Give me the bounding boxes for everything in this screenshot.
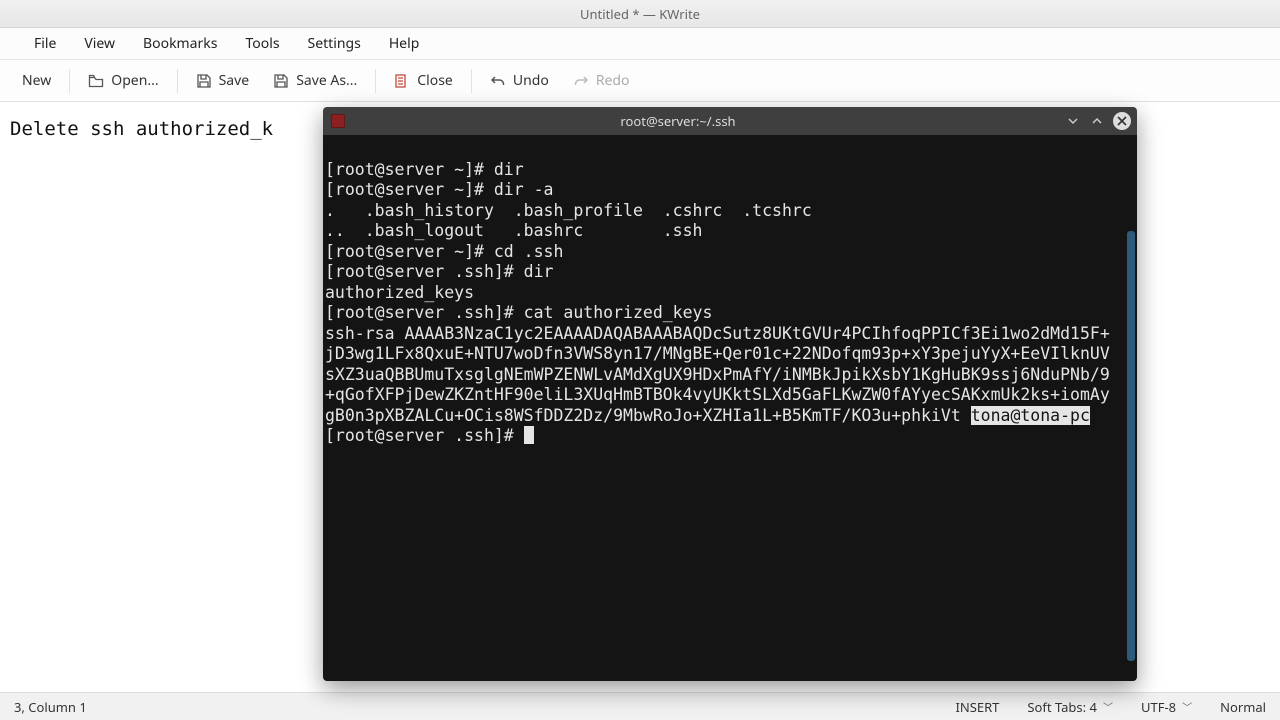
window-titlebar: Untitled * — KWrite <box>0 0 1280 28</box>
new-label: New <box>22 71 51 90</box>
term-prompt: [root@server .ssh]# <box>325 426 524 445</box>
save-as-icon <box>273 73 289 89</box>
status-mode[interactable]: INSERT <box>941 698 1013 716</box>
statusbar: 3, Column 1 INSERT Soft Tabs: 4 ﹀ UTF-8 … <box>0 692 1280 720</box>
save-button[interactable]: Save <box>184 65 262 96</box>
menu-settings[interactable]: Settings <box>308 34 361 53</box>
redo-label: Redo <box>596 71 630 90</box>
new-button[interactable]: New <box>10 65 63 96</box>
menu-help[interactable]: Help <box>389 34 420 53</box>
open-label: Open... <box>111 71 158 90</box>
term-line: authorized_keys <box>325 283 474 302</box>
term-line: [root@server ~]# dir -a <box>325 180 553 199</box>
menu-file[interactable]: File <box>34 34 56 53</box>
ssh-key-comment-highlight: tona@tona-pc <box>971 406 1090 425</box>
status-tabs[interactable]: Soft Tabs: 4 ﹀ <box>1013 698 1127 716</box>
term-key-line: ssh-rsa AAAAB3NzaC1yc2EAAAADAQABAAABAQDc… <box>325 324 1119 427</box>
status-tabs-label: Soft Tabs: 4 <box>1027 698 1097 716</box>
toolbar-separator <box>177 69 178 93</box>
status-encoding[interactable]: UTF-8 ﹀ <box>1127 698 1206 716</box>
terminal-window: root@server:~/.ssh [root@server ~]# dir … <box>323 107 1137 681</box>
document-close-icon <box>394 73 410 89</box>
menu-tools[interactable]: Tools <box>245 34 279 53</box>
close-button[interactable]: Close <box>382 65 465 96</box>
open-button[interactable]: Open... <box>76 65 170 96</box>
redo-icon <box>573 73 589 89</box>
menu-bookmarks[interactable]: Bookmarks <box>143 34 217 53</box>
chevron-down-icon: ﹀ <box>1103 699 1113 714</box>
status-cursor: 3, Column 1 <box>0 698 101 716</box>
terminal-title: root@server:~/.ssh <box>353 112 1063 130</box>
term-line: [root@server ~]# dir <box>325 160 524 179</box>
menu-view[interactable]: View <box>84 34 115 53</box>
save-as-label: Save As... <box>296 71 357 90</box>
minimize-button[interactable] <box>1063 111 1083 131</box>
undo-label: Undo <box>513 71 549 90</box>
toolbar-separator <box>471 69 472 93</box>
maximize-button[interactable] <box>1087 111 1107 131</box>
undo-icon <box>490 73 506 89</box>
window-title: Untitled * — KWrite <box>580 5 700 23</box>
term-line: . .bash_history .bash_profile .cshrc .tc… <box>325 201 812 220</box>
term-line: .. .bash_logout .bashrc .ssh <box>325 221 703 240</box>
redo-button[interactable]: Redo <box>561 65 642 96</box>
folder-open-icon <box>88 73 104 89</box>
chevron-down-icon: ﹀ <box>1182 699 1192 714</box>
term-line: [root@server ~]# cd .ssh <box>325 242 563 261</box>
terminal-app-icon <box>331 114 345 128</box>
terminal-body[interactable]: [root@server ~]# dir [root@server ~]# di… <box>323 135 1137 681</box>
term-line: [root@server .ssh]# cat authorized_keys <box>325 303 712 322</box>
menubar: File View Bookmarks Tools Settings Help <box>0 28 1280 60</box>
terminal-cursor <box>524 426 534 444</box>
status-state[interactable]: Normal <box>1206 698 1280 716</box>
toolbar-separator <box>69 69 70 93</box>
save-as-button[interactable]: Save As... <box>261 65 369 96</box>
save-label: Save <box>219 71 250 90</box>
term-line: [root@server .ssh]# dir <box>325 262 553 281</box>
toolbar: New Open... Save Save As... Close Undo <box>0 60 1280 102</box>
save-icon <box>196 73 212 89</box>
terminal-titlebar[interactable]: root@server:~/.ssh <box>323 107 1137 135</box>
toolbar-separator <box>375 69 376 93</box>
close-window-button[interactable] <box>1113 112 1131 130</box>
status-encoding-label: UTF-8 <box>1141 698 1176 716</box>
undo-button[interactable]: Undo <box>478 65 561 96</box>
close-label: Close <box>417 71 453 90</box>
terminal-scrollbar[interactable] <box>1127 231 1135 661</box>
